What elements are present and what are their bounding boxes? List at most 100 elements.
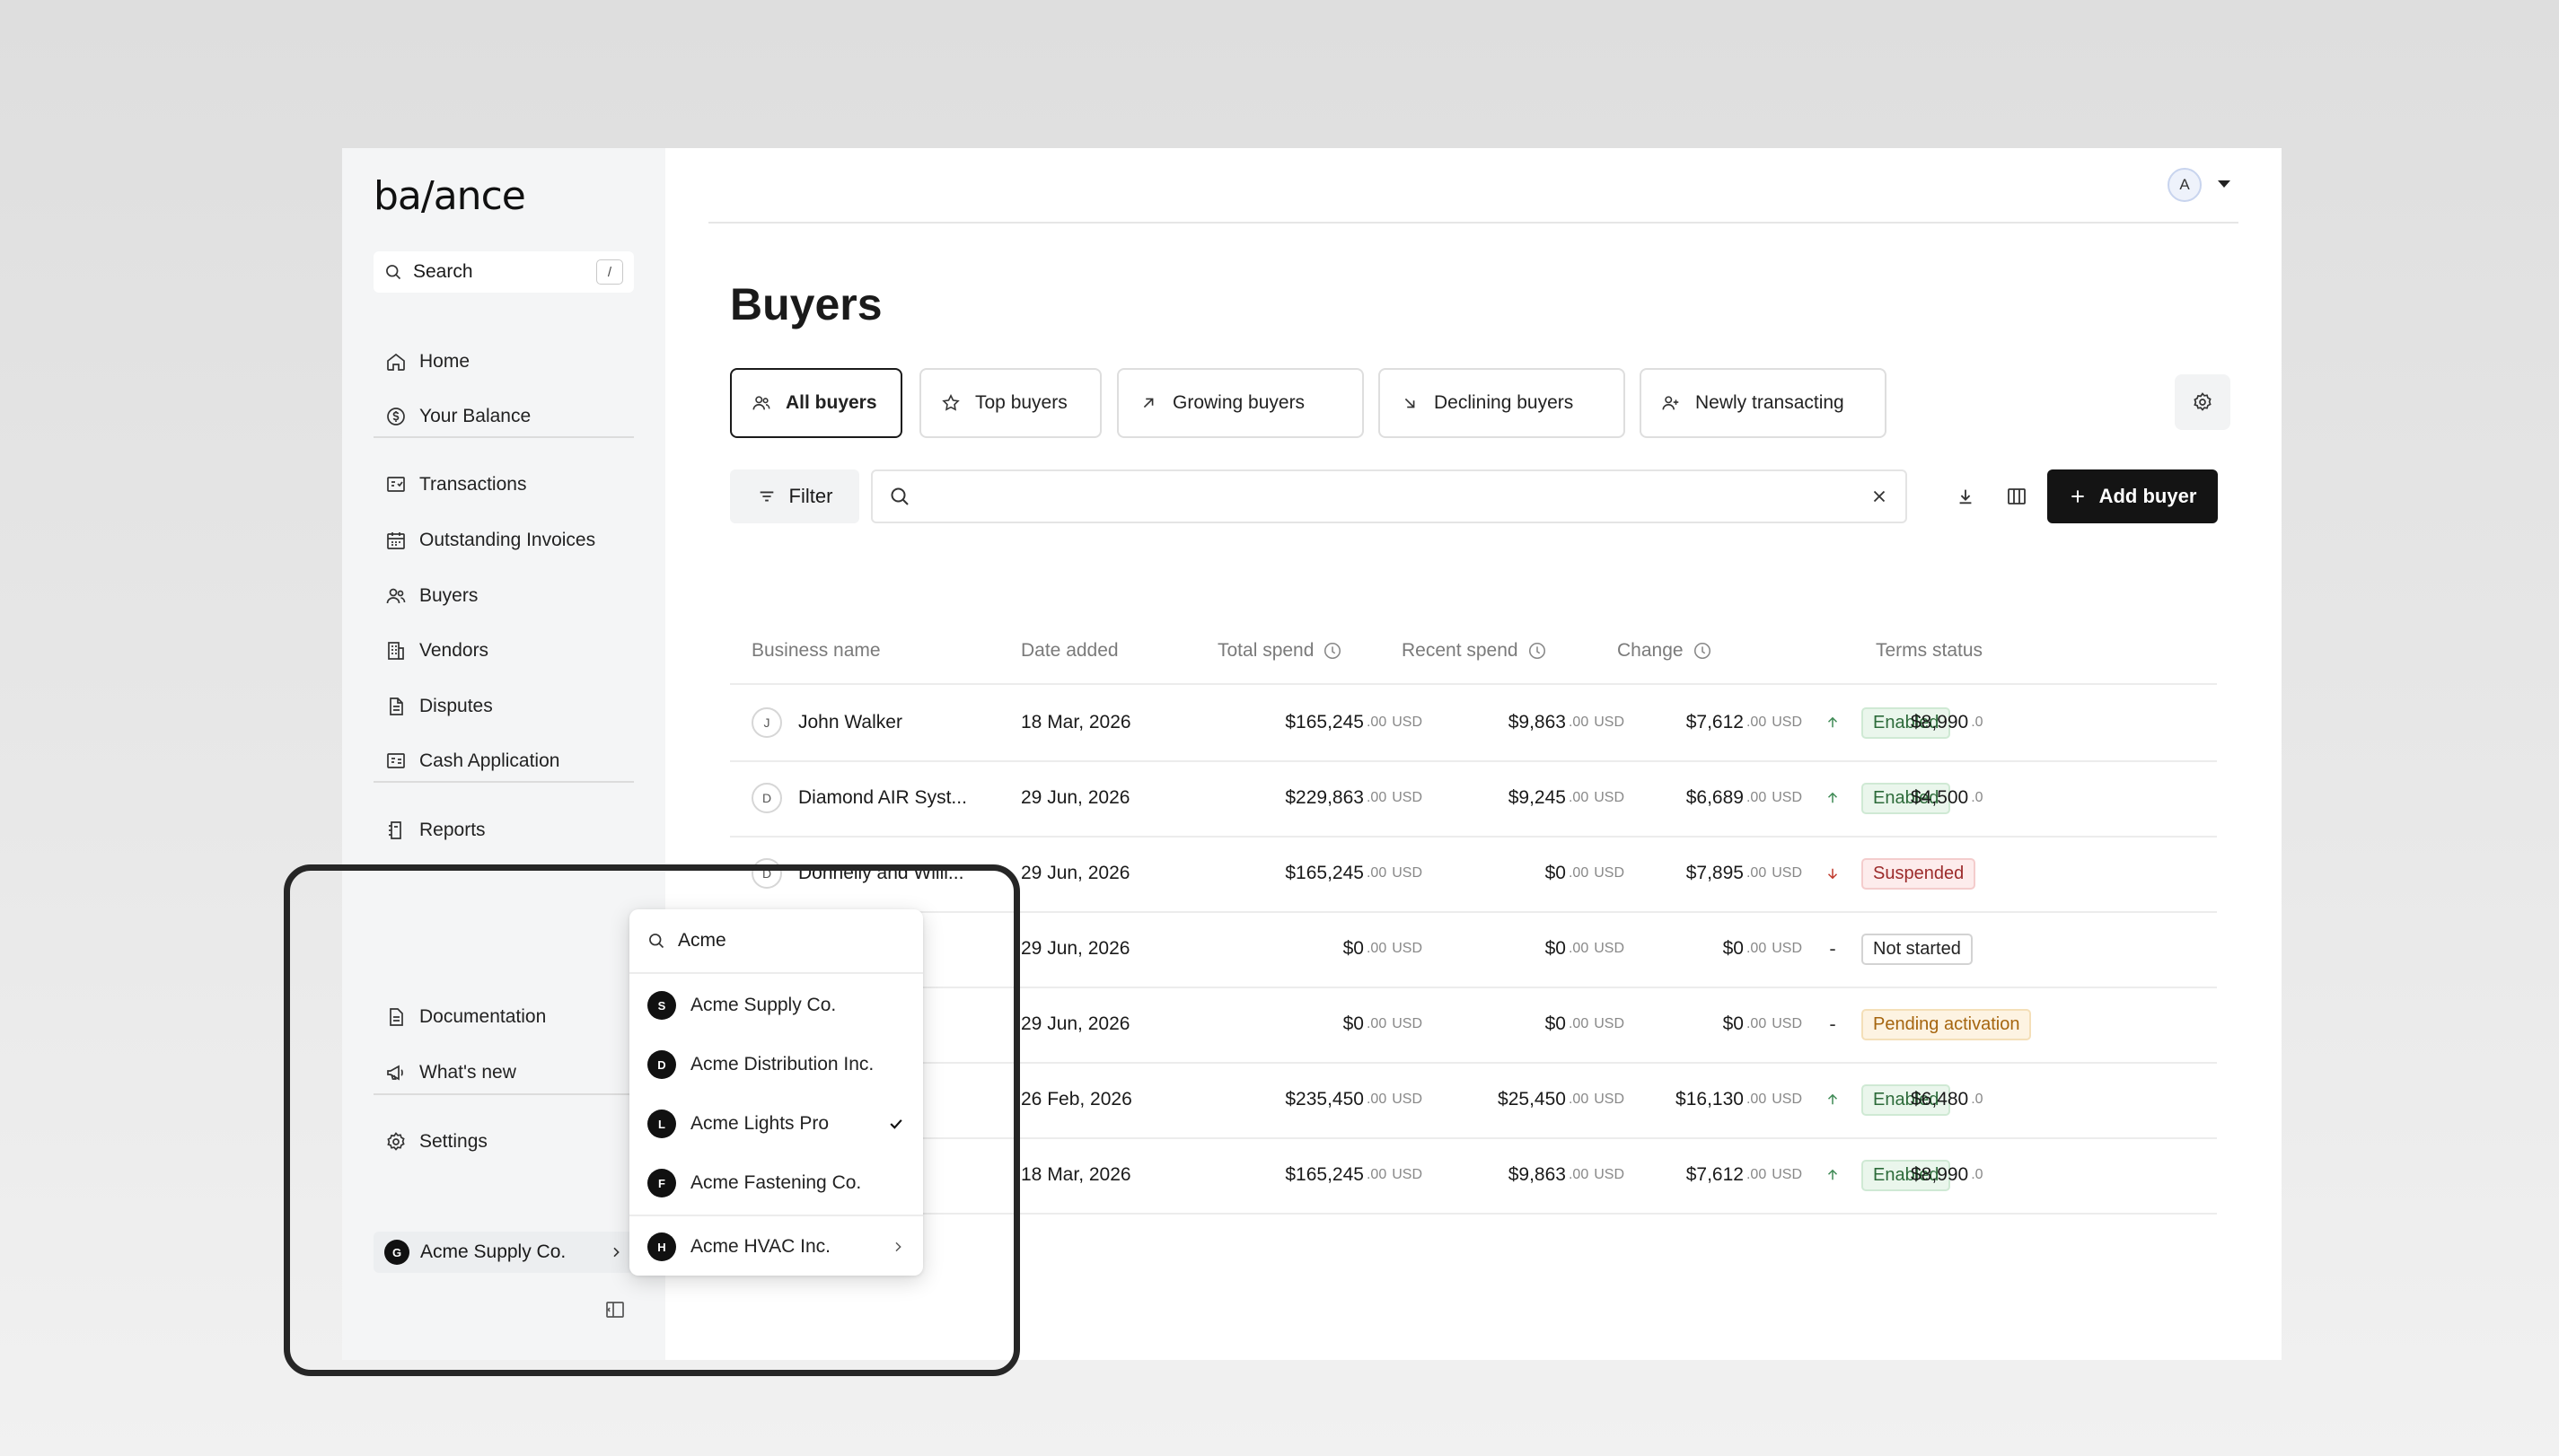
row-date: 18 Mar, 2026 (1021, 685, 1131, 760)
column-header-change[interactable]: Change (1617, 633, 1712, 669)
search-shortcut-key: / (596, 259, 623, 285)
table-row[interactable]: D Donnelly and Willi... 29 Jun, 2026 $165,2… (730, 836, 2256, 911)
sidebar-item-documentation[interactable]: Documentation (385, 1001, 546, 1033)
row-total-spend: $165,245.00 USD (1179, 1137, 1422, 1213)
row-business[interactable]: D Donnelly and Willi... (752, 836, 963, 911)
user-avatar[interactable]: A (2168, 168, 2202, 202)
amount-value: $0 (1544, 863, 1566, 883)
column-header-date-added[interactable]: Date added (1021, 633, 1119, 669)
row-extra-amount: $6,480.0 (1911, 1062, 1983, 1137)
sidebar-item-vendors[interactable]: Vendors (385, 635, 488, 667)
row-business[interactable]: J John Walker (752, 685, 902, 760)
company-search[interactable]: Acme (629, 909, 923, 974)
sidebar-item-disputes[interactable]: Disputes (385, 690, 493, 723)
amount-value: $0 (1342, 938, 1364, 959)
arrow-up-icon (1827, 1093, 1838, 1105)
row-change: $6,689.00 USD (1592, 760, 1802, 836)
amount-cents: .00 (1568, 715, 1589, 730)
amount-cents: .00 (1366, 715, 1387, 730)
status-badge: Suspended (1861, 857, 1976, 890)
document-icon (390, 697, 403, 715)
sidebar-divider (374, 436, 634, 438)
row-change: $0.00 USD (1592, 911, 1802, 987)
column-header-recent-spend[interactable]: Recent spend (1402, 633, 1547, 669)
amount-cents: .0 (1971, 1092, 1983, 1107)
sidebar-item-outstanding-invoices[interactable]: Outstanding Invoices (385, 524, 595, 557)
info-icon[interactable] (1323, 641, 1342, 661)
sidebar-item-your-balance[interactable]: Your Balance (385, 400, 531, 433)
sidebar-item-reports[interactable]: Reports (385, 814, 486, 846)
amount-value: $6,480 (1911, 1089, 1969, 1110)
row-extra-amount: $4,500.0 (1911, 760, 1983, 836)
sidebar-item-buyers[interactable]: Buyers (385, 580, 478, 612)
table-settings-button[interactable] (2175, 374, 2230, 430)
table-row[interactable]: 18 Mar, 2026 $165,245.00 USD $9,863.00 USD $7… (730, 1137, 2256, 1213)
company-option-acme-supply[interactable]: S Acme Supply Co. (629, 976, 923, 1035)
sidebar-item-label: Your Balance (419, 406, 532, 426)
amount-cents: .00 (1746, 941, 1767, 956)
tab-newly-transacting[interactable]: Newly transacting (1640, 368, 1886, 438)
megaphone-icon (387, 1065, 403, 1081)
tab-growing-buyers[interactable]: Growing buyers (1117, 368, 1364, 438)
sidebar-item-whats-new[interactable]: What's new (385, 1057, 516, 1089)
filter-button[interactable]: Filter (730, 469, 859, 523)
amount-value: $7,895 (1685, 863, 1744, 883)
column-header-terms-status[interactable]: Terms status (1876, 633, 1983, 669)
tab-declining-buyers[interactable]: Declining buyers (1378, 368, 1625, 438)
add-buyer-button[interactable]: Add buyer (2047, 469, 2218, 523)
amount-cents: .00 (1568, 941, 1589, 956)
sidebar-item-home[interactable]: Home (385, 346, 470, 378)
amount-value: $8,990 (1911, 1164, 1969, 1185)
company-option-acme-hvac[interactable]: H Acme HVAC Inc. (629, 1216, 923, 1276)
table-row[interactable]: D Diamond AIR Syst... 29 Jun, 2026 $229,863… (730, 760, 2256, 836)
table-row[interactable]: thc...26 Feb, 2026$235,450.00USD$25,450.… (730, 1062, 2256, 1137)
row-business[interactable]: D Diamond AIR Syst... (752, 760, 967, 836)
arrow-down-icon (1827, 868, 1838, 880)
column-header-business-name[interactable]: Business name (752, 633, 881, 669)
sidebar-search[interactable]: Search / (374, 251, 634, 293)
close-icon[interactable] (1869, 487, 1889, 506)
chevron-right-icon (613, 1247, 620, 1258)
row-trend: - (1819, 987, 1846, 1062)
row-date-value: 29 Jun, 2026 (1021, 863, 1130, 883)
sidebar-item-settings[interactable]: Settings (385, 1126, 488, 1158)
tab-top-buyers[interactable]: Top buyers (919, 368, 1102, 438)
amount-value: $25,450 (1498, 1089, 1566, 1110)
row-change: $7,612.00 USD (1592, 685, 1802, 760)
download-button[interactable] (1944, 475, 1987, 518)
sidebar-item-cash-application[interactable]: Cash Application (385, 745, 559, 777)
row-trend: - (1819, 911, 1846, 987)
columns-button[interactable] (1995, 475, 2038, 518)
amount-cents: .0 (1971, 715, 1983, 730)
table-row[interactable]: J John Walker 18 Mar, 2026 $165,245.00 USD $9… (730, 685, 2256, 760)
buyer-search-input[interactable] (923, 486, 1857, 507)
buyer-search[interactable] (871, 469, 1907, 523)
status-badge: Not started (1861, 933, 1973, 965)
download-icon (1959, 489, 1972, 504)
collapse-sidebar-icon[interactable] (604, 1299, 626, 1320)
company-option-name: Acme Lights Pro (690, 1113, 830, 1134)
sidebar-item-transactions[interactable]: Transactions (385, 469, 526, 501)
info-icon[interactable] (1693, 641, 1712, 661)
info-icon[interactable] (1527, 641, 1547, 661)
column-header-total-spend[interactable]: Total spend (1218, 633, 1342, 669)
company-option-acme-lights[interactable]: L Acme Lights Pro (629, 1094, 923, 1153)
caret-down-icon[interactable] (2216, 179, 2232, 189)
row-total-spend: $235,450.00 USD (1179, 1062, 1422, 1137)
company-option-acme-distribution[interactable]: D Acme Distribution Inc. (629, 1035, 923, 1094)
search-icon (891, 487, 909, 505)
table-row[interactable]: up29 Jun, 2026$0.00USD$0.00USD$0.00USD-N… (730, 911, 2256, 987)
company-option-acme-fastening[interactable]: F Acme Fastening Co. (629, 1153, 923, 1213)
company-switcher[interactable]: G Acme Supply Co. (374, 1232, 634, 1273)
company-option-avatar: D (647, 1050, 676, 1079)
arrow-up-icon (1827, 716, 1838, 728)
check-icon (890, 1119, 902, 1129)
filter-icon (760, 491, 773, 502)
row-change: $7,895.00 USD (1592, 836, 1802, 911)
amount-value: $0 (1722, 938, 1744, 959)
amount-value: $235,450 (1285, 1089, 1364, 1110)
tab-all-buyers[interactable]: All buyers (730, 368, 902, 438)
table-row[interactable]: Willi...29 Jun, 2026$0.00USD$0.00USD$0.0… (730, 987, 2256, 1062)
row-divider (730, 1213, 2217, 1215)
amount-value: $0 (1544, 938, 1566, 959)
